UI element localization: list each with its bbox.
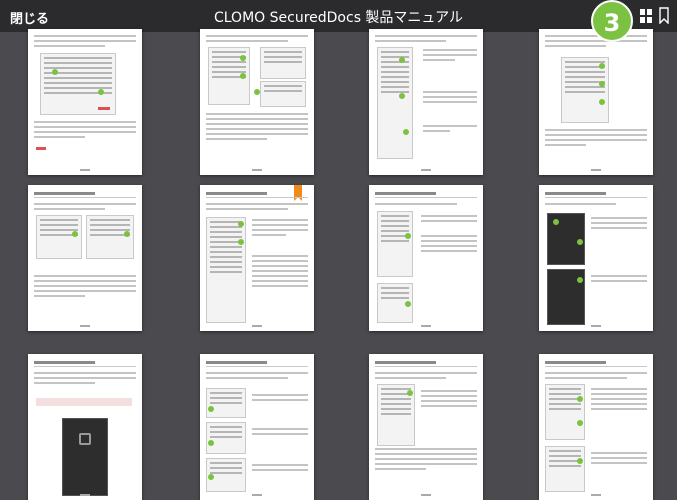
page-thumbnail[interactable]	[539, 29, 653, 175]
page-thumbnail[interactable]	[539, 354, 653, 500]
page-thumbnail[interactable]	[28, 354, 142, 500]
page-thumbnail[interactable]	[369, 29, 483, 175]
page-thumbnail[interactable]	[200, 185, 314, 331]
top-toolbar: 閉じる CLOMO SecuredDocs 製品マニュアル	[0, 0, 677, 32]
page-thumbnail[interactable]	[200, 29, 314, 175]
page-thumbnail[interactable]	[28, 185, 142, 331]
page-thumbnail[interactable]	[539, 185, 653, 331]
bookmark-icon[interactable]	[659, 7, 669, 24]
page-thumbnail[interactable]	[200, 354, 314, 500]
page-thumbnail[interactable]	[369, 185, 483, 331]
grid-view-icon[interactable]	[640, 9, 652, 23]
document-title: CLOMO SecuredDocs 製品マニュアル	[213, 10, 464, 26]
step-number-badge: 3	[591, 0, 633, 42]
page-thumbnail[interactable]	[369, 354, 483, 500]
page-thumbnail[interactable]	[28, 29, 142, 175]
